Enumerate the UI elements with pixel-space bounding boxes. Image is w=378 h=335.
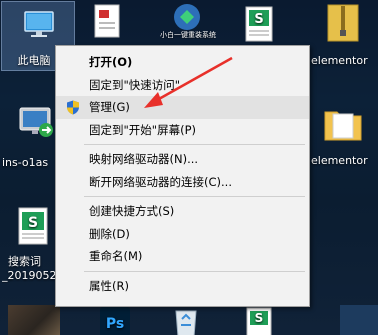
- desktop-icon-recycle-bin[interactable]: [160, 305, 232, 335]
- desktop-icon-wps-sheet-bottom[interactable]: S: [230, 305, 302, 335]
- menu-item-properties[interactable]: 属性(R): [56, 275, 309, 298]
- menu-item-label: 创建快捷方式(S): [89, 204, 175, 218]
- desktop-icon-label: _2019052: [2, 269, 57, 282]
- menu-item-label: 重命名(M): [89, 249, 143, 263]
- menu-separator: [84, 196, 305, 197]
- desktop-icon-wps-sheet-top[interactable]: S: [230, 0, 302, 45]
- menu-item-label: 固定到"开始"屏幕(P): [89, 122, 196, 137]
- menu-item-pin-start[interactable]: 固定到"开始"屏幕(P): [56, 119, 309, 142]
- computer-icon: [24, 11, 54, 37]
- desktop-icon-xiaobai-tool[interactable]: 小白一键重装系统: [152, 0, 224, 45]
- shield-icon: [67, 100, 79, 115]
- desktop-icon-photo[interactable]: [0, 305, 72, 335]
- desktop-icon-document[interactable]: [80, 0, 152, 45]
- svg-text:S: S: [254, 12, 263, 27]
- context-menu: 打开(O) 固定到"快速访问" 管理(G) 固定到"开始"屏幕(P) 映射网络驱…: [55, 45, 310, 307]
- desktop-icon-elementor-folder[interactable]: elementor: [305, 100, 377, 175]
- desktop-icon-elementor-file[interactable]: elementor: [305, 0, 377, 75]
- document-icon: [94, 4, 120, 38]
- recycle-bin-icon: [175, 310, 197, 335]
- desktop-icon-label: ins-o1as: [2, 156, 49, 169]
- folder-icon: [324, 111, 362, 141]
- wps-sheet-icon: S: [246, 307, 272, 335]
- menu-item-manage[interactable]: 管理(G): [56, 96, 309, 119]
- desktop-icon-label: 小白一键重装系统: [160, 31, 216, 39]
- menu-item-label: 打开(O): [89, 55, 133, 69]
- menu-item-rename[interactable]: 重命名(M): [56, 245, 309, 268]
- menu-item-open[interactable]: 打开(O): [56, 51, 309, 74]
- photo-thumbnail: [8, 305, 60, 335]
- menu-item-create-shortcut[interactable]: 创建快捷方式(S): [56, 200, 309, 223]
- menu-item-label: 删除(D): [89, 226, 130, 241]
- svg-text:S: S: [28, 215, 38, 231]
- desktop-icon-label: elementor: [311, 154, 368, 167]
- menu-item-pin-quick-access[interactable]: 固定到"快速访问": [56, 74, 309, 97]
- wps-sheet-icon: S: [18, 207, 48, 245]
- menu-item-label: 断开网络驱动器的连接(C)...: [89, 174, 232, 189]
- svg-text:Ps: Ps: [106, 316, 124, 332]
- desktop-icon-label: elementor: [311, 54, 368, 67]
- menu-item-label: 管理(G): [89, 100, 130, 114]
- menu-item-label: 固定到"快速访问": [89, 77, 181, 92]
- zip-file-icon: [327, 4, 359, 42]
- menu-separator: [84, 144, 305, 145]
- remote-desktop-icon: [19, 107, 53, 137]
- menu-item-disconnect-network-drive[interactable]: 断开网络驱动器的连接(C)...: [56, 171, 309, 194]
- menu-separator: [84, 270, 305, 272]
- ps-icon: Ps: [100, 307, 130, 335]
- partial-thumbnail: [340, 305, 378, 335]
- xiaobai-icon: [174, 4, 200, 30]
- menu-item-label: 属性(R): [89, 278, 129, 293]
- desktop-icon-photoshop[interactable]: Ps: [90, 305, 162, 335]
- menu-item-label: 映射网络驱动器(N)...: [89, 152, 199, 166]
- menu-item-delete[interactable]: 删除(D): [56, 223, 309, 246]
- svg-text:S: S: [255, 311, 264, 325]
- desktop-icon-partial[interactable]: [330, 305, 378, 335]
- wps-sheet-icon: S: [245, 6, 273, 42]
- menu-item-map-network-drive[interactable]: 映射网络驱动器(N)...: [56, 148, 309, 171]
